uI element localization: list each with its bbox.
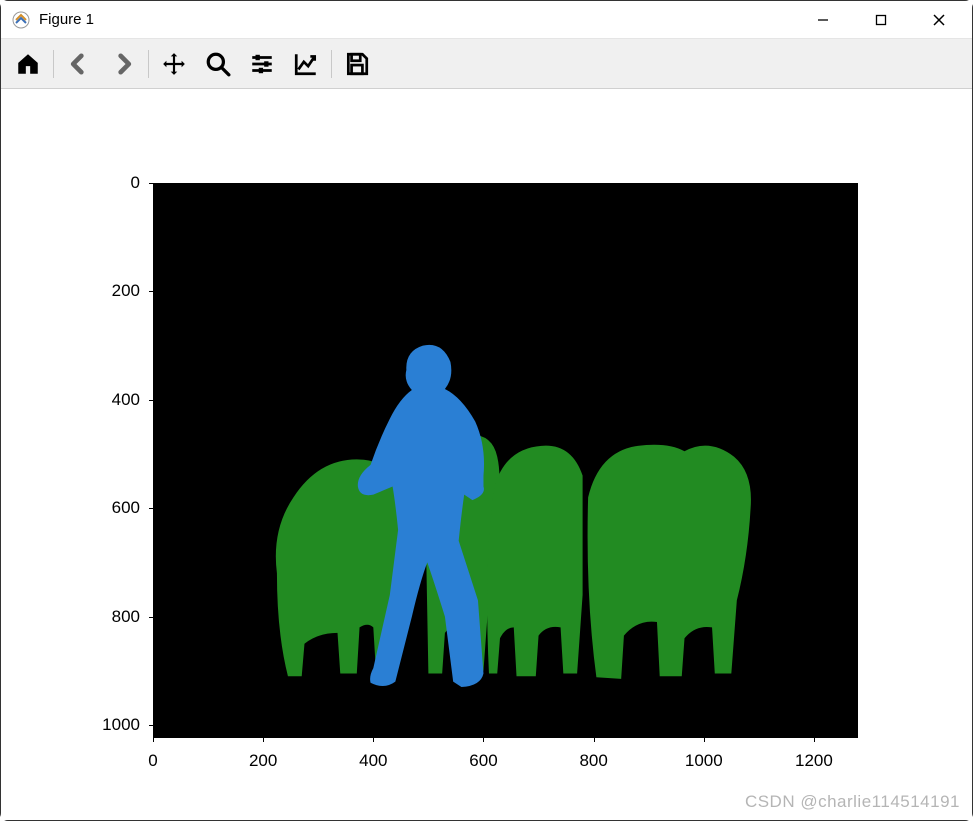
save-button[interactable] <box>336 43 378 85</box>
zoom-button[interactable] <box>197 43 239 85</box>
home-icon <box>15 51 41 77</box>
watermark-text: CSDN @charlie114514191 <box>745 792 960 812</box>
matplotlib-toolbar <box>1 39 972 89</box>
sliders-icon <box>249 51 275 77</box>
x-tick-mark <box>263 738 264 742</box>
home-button[interactable] <box>7 43 49 85</box>
window-controls <box>794 1 968 39</box>
x-tick-label: 1000 <box>685 751 723 771</box>
minimize-button[interactable] <box>794 1 852 39</box>
y-tick-mark <box>149 508 153 509</box>
y-tick-label: 600 <box>60 498 140 518</box>
figure-canvas[interactable]: 02004006008001000 020040060080010001200 … <box>1 91 972 820</box>
y-tick-label: 800 <box>60 607 140 627</box>
x-tick-label: 0 <box>148 751 157 771</box>
y-tick-mark <box>149 400 153 401</box>
maximize-button[interactable] <box>852 1 910 39</box>
x-tick-mark <box>814 738 815 742</box>
y-tick-mark <box>149 291 153 292</box>
forward-button[interactable] <box>102 43 144 85</box>
x-tick-mark <box>483 738 484 742</box>
x-tick-mark <box>704 738 705 742</box>
x-tick-mark <box>594 738 595 742</box>
configure-subplots-button[interactable] <box>241 43 283 85</box>
titlebar: Figure 1 <box>1 1 972 39</box>
y-tick-label: 1000 <box>60 715 140 735</box>
y-tick-mark <box>149 725 153 726</box>
toolbar-separator <box>53 50 54 78</box>
toolbar-separator <box>148 50 149 78</box>
chart-line-icon <box>293 51 319 77</box>
x-tick-label: 800 <box>579 751 607 771</box>
arrow-left-icon <box>65 50 93 78</box>
back-button[interactable] <box>58 43 100 85</box>
app-icon <box>11 10 31 30</box>
segmentation-mask <box>153 183 858 738</box>
y-tick-label: 200 <box>60 281 140 301</box>
x-tick-label: 400 <box>359 751 387 771</box>
x-tick-mark <box>153 738 154 742</box>
save-icon <box>344 51 370 77</box>
window-title: Figure 1 <box>39 11 794 28</box>
x-tick-mark <box>373 738 374 742</box>
x-tick-label: 200 <box>249 751 277 771</box>
edit-axis-button[interactable] <box>285 43 327 85</box>
close-button[interactable] <box>910 1 968 39</box>
toolbar-separator <box>331 50 332 78</box>
x-tick-label: 1200 <box>795 751 833 771</box>
arrow-right-icon <box>109 50 137 78</box>
class-sheep <box>276 435 751 679</box>
y-tick-mark <box>149 183 153 184</box>
y-tick-mark <box>149 617 153 618</box>
pan-button[interactable] <box>153 43 195 85</box>
search-icon <box>205 51 231 77</box>
y-tick-label: 400 <box>60 390 140 410</box>
x-tick-label: 600 <box>469 751 497 771</box>
y-tick-label: 0 <box>60 173 140 193</box>
move-icon <box>161 51 187 77</box>
